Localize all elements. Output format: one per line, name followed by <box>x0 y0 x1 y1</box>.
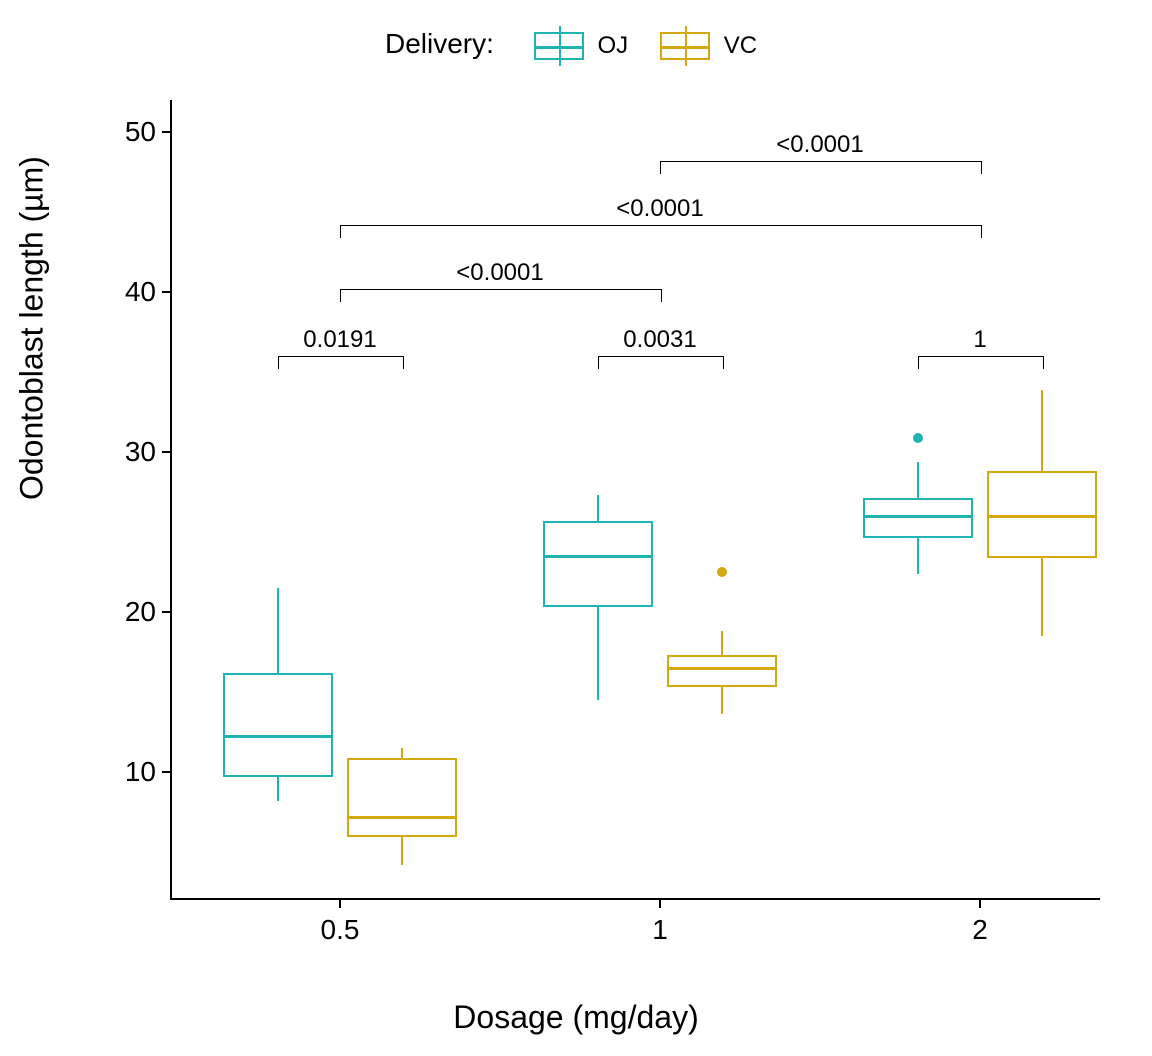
legend-swatch-vc <box>660 32 710 60</box>
comparison-bracket <box>918 356 1044 369</box>
whisker <box>917 538 920 573</box>
comparison-label: 0.0031 <box>623 326 696 356</box>
legend-label-oj: OJ <box>597 32 628 59</box>
plot-area: 10203040500.5120.01910.00311<0.0001<0.00… <box>170 100 1100 900</box>
whisker <box>401 748 404 758</box>
y-tick-label: 40 <box>125 276 170 308</box>
comparison-label: 1 <box>973 326 986 356</box>
comparison-bracket <box>340 225 982 238</box>
comparison-label: <0.0001 <box>616 195 703 225</box>
median-line <box>863 515 973 518</box>
whisker <box>401 837 404 865</box>
comparison-bracket <box>598 356 724 369</box>
outlier-point <box>913 433 923 443</box>
whisker <box>917 462 920 499</box>
median-line <box>223 735 333 738</box>
y-tick-label: 10 <box>125 756 170 788</box>
x-axis-line <box>170 898 1100 900</box>
whisker <box>277 777 280 801</box>
box <box>667 655 777 687</box>
median-line <box>543 555 653 558</box>
box <box>863 498 973 538</box>
comparison-label: 0.0191 <box>303 326 376 356</box>
median-line <box>347 816 457 819</box>
outlier-point <box>717 567 727 577</box>
x-axis-title: Dosage (mg/day) <box>0 999 1152 1036</box>
box <box>543 521 653 607</box>
box <box>223 673 333 777</box>
whisker <box>1041 390 1044 472</box>
whisker <box>597 607 600 700</box>
whisker <box>1041 558 1044 636</box>
whisker <box>597 495 600 521</box>
x-tick-label: 0.5 <box>321 900 360 946</box>
chart-container: Delivery: OJ VC Odontoblast length (µm) … <box>0 0 1152 1056</box>
comparison-label: <0.0001 <box>456 259 543 289</box>
x-tick-label: 2 <box>972 900 988 946</box>
median-line <box>987 515 1097 518</box>
y-axis-title: Odontoblast length (µm) <box>14 156 51 500</box>
box <box>347 758 457 837</box>
y-tick-label: 50 <box>125 116 170 148</box>
y-tick-label: 20 <box>125 596 170 628</box>
legend-label-vc: VC <box>724 32 757 59</box>
whisker <box>277 588 280 673</box>
comparison-bracket <box>660 161 982 174</box>
legend-swatch-oj <box>534 32 584 60</box>
median-line <box>667 667 777 670</box>
comparison-bracket <box>340 289 662 302</box>
x-tick-label: 1 <box>652 900 668 946</box>
legend: Delivery: OJ VC <box>0 28 1152 80</box>
comparison-label: <0.0001 <box>776 131 863 161</box>
legend-title: Delivery: <box>385 28 494 59</box>
comparison-bracket <box>278 356 404 369</box>
y-axis-line <box>170 100 172 900</box>
whisker <box>721 687 724 714</box>
whisker <box>721 631 724 655</box>
y-tick-label: 30 <box>125 436 170 468</box>
